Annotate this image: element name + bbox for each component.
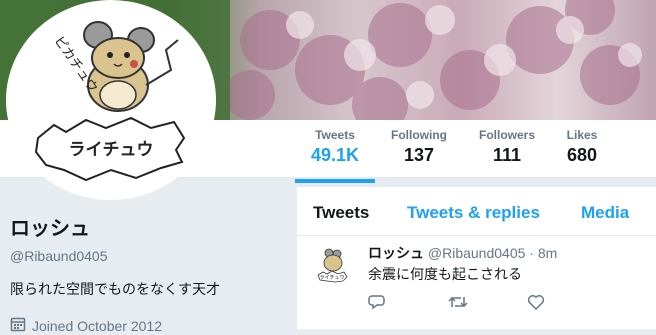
stat-tweets-value: 49.1K: [311, 145, 360, 165]
calendar-icon: [10, 316, 26, 335]
tab-tweets[interactable]: Tweets: [313, 203, 369, 223]
retweet-icon[interactable]: [448, 293, 468, 316]
stat-tweets-label: Tweets: [315, 128, 355, 142]
timeline-panel: Tweets Tweets & replies Media ライチュウ ロッシュ…: [297, 187, 656, 329]
stat-likes[interactable]: Likes 680: [562, 128, 602, 166]
stat-following-label: Following: [391, 128, 447, 142]
profile-avatar[interactable]: ピカチュウ ライチュウ: [6, 0, 216, 200]
stat-followers-value: 111: [492, 145, 522, 165]
tweet-timestamp[interactable]: 8m: [538, 245, 557, 261]
tweet-avatar-image: ライチュウ: [317, 248, 348, 283]
reply-icon[interactable]: [368, 293, 386, 316]
like-icon[interactable]: [527, 293, 545, 316]
joined-date: Joined October 2012: [32, 317, 162, 334]
tweet-text: 余震に何度も起こされる: [368, 266, 522, 282]
raichu-drawing-image: ピカチュウ ライチュウ: [34, 21, 186, 182]
tweet-separator: ·: [529, 245, 534, 261]
tweet-header: ロッシュ @Ribaund0405 · 8m: [368, 243, 557, 263]
tweet-author-name[interactable]: ロッシュ: [368, 245, 424, 261]
stat-likes-label: Likes: [566, 128, 598, 142]
avatar-bottom-text: ライチュウ: [69, 140, 154, 159]
tab-media[interactable]: Media: [581, 203, 629, 223]
stat-tweets[interactable]: Tweets 49.1K: [295, 128, 375, 183]
tweet-item[interactable]: ライチュウ ロッシュ @Ribaund0405 · 8m 余震に何度も起こされる: [297, 235, 656, 329]
tweet-author-handle[interactable]: @Ribaund0405: [428, 245, 526, 261]
stat-following[interactable]: Following 137: [389, 128, 449, 166]
stat-likes-value: 680: [566, 145, 598, 165]
active-tab-indicator: [295, 179, 375, 183]
stat-following-value: 137: [403, 145, 435, 165]
stat-followers-label: Followers: [478, 128, 535, 142]
stat-followers[interactable]: Followers 111: [476, 128, 538, 166]
profile-handle[interactable]: @Ribaund0405: [10, 248, 280, 264]
tab-tweets-and-replies[interactable]: Tweets & replies: [407, 203, 540, 223]
joined-row: Joined October 2012: [10, 316, 280, 335]
profile-name[interactable]: ロッシュ: [10, 212, 280, 241]
timeline-tabs: Tweets Tweets & replies Media: [297, 187, 656, 236]
tweet-avatar[interactable]: ライチュウ: [313, 247, 351, 285]
tweet-avatar-text: ライチュウ: [319, 274, 344, 281]
profile-card: ロッシュ @Ribaund0405 限られた空間でものをなくす天才 Joined…: [10, 212, 280, 335]
profile-bio: 限られた空間でものをなくす天才: [10, 281, 220, 297]
